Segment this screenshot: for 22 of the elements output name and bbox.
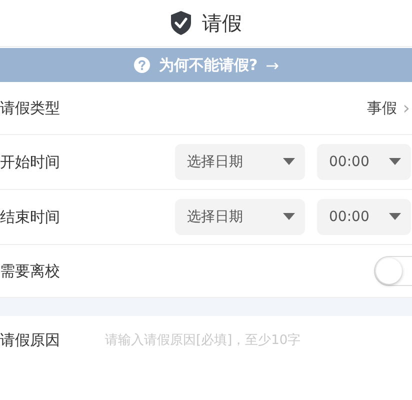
help-text: 为何不能请假? <box>158 56 258 74</box>
field-label: 结束时间 <box>0 208 61 226</box>
arrow-icon: → <box>266 56 280 74</box>
dropdown-icon <box>283 158 295 166</box>
field-label: 请假原因 <box>0 330 61 350</box>
date-picker[interactable]: 选择日期 <box>175 144 305 180</box>
dropdown-icon <box>283 213 295 221</box>
chevron-icon: › <box>402 98 410 118</box>
question-icon <box>132 56 151 74</box>
time-picker[interactable]: 00:00 <box>317 199 411 235</box>
page-title: 请假 <box>202 10 242 36</box>
toggle-switch[interactable] <box>374 256 412 286</box>
leave-type-row[interactable]: 请假类型 事假 › <box>0 82 412 135</box>
dropdown-icon <box>389 158 401 166</box>
time-picker[interactable]: 00:00 <box>317 144 411 180</box>
date-picker[interactable]: 选择日期 <box>175 199 305 235</box>
field-label: 开始时间 <box>0 152 61 172</box>
field-label: 请假类型 <box>0 98 61 118</box>
field-value: 事假 <box>366 98 397 118</box>
shield-check-icon <box>170 10 192 36</box>
field-label: 需要离校 <box>0 262 61 280</box>
dropdown-icon <box>389 213 401 221</box>
